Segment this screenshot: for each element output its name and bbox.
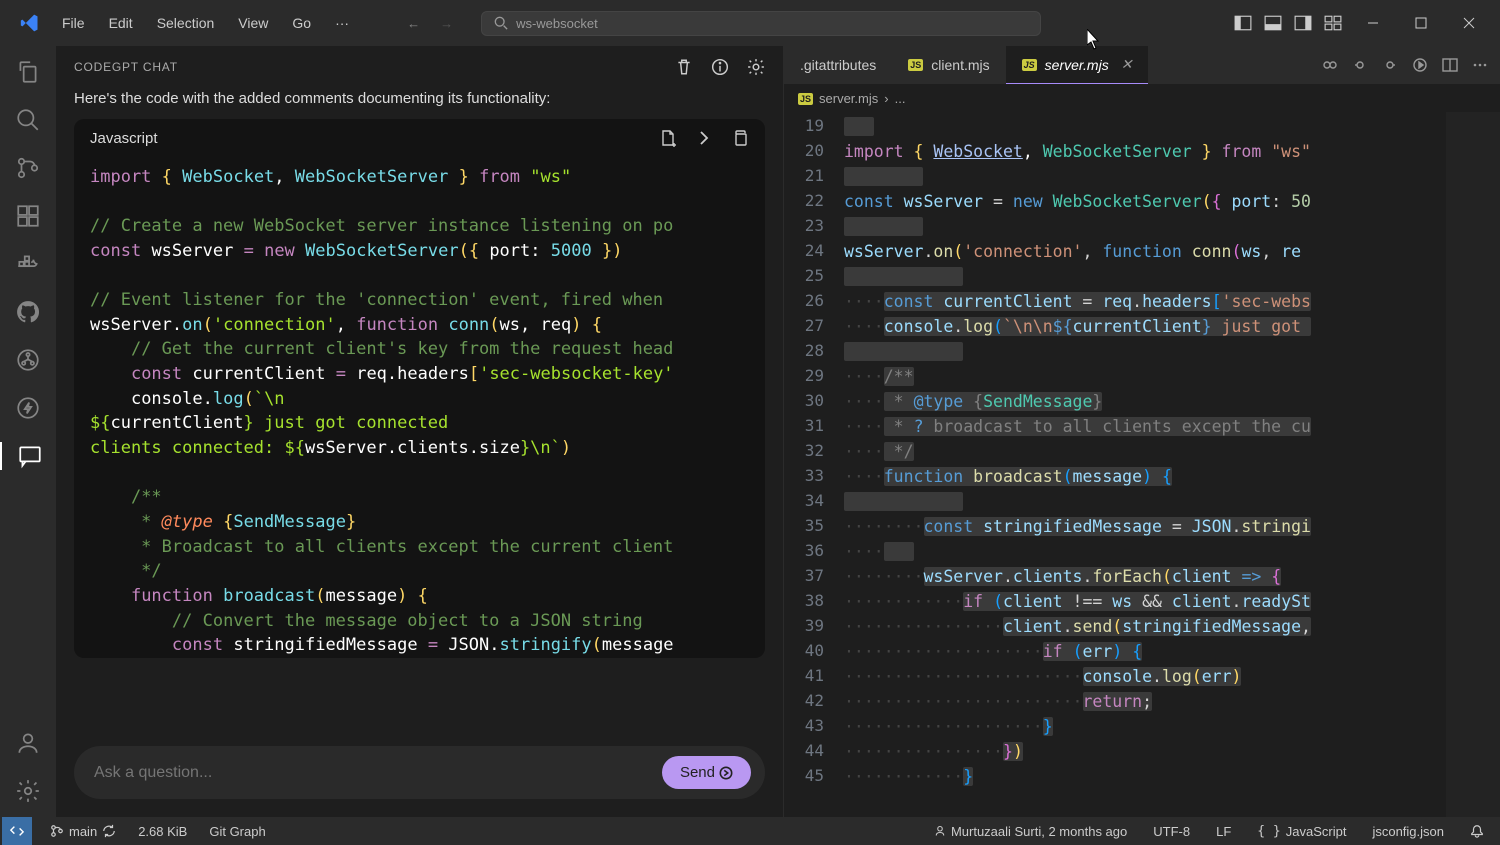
layout-sidebar-left-icon[interactable]	[1234, 14, 1252, 32]
chat-input[interactable]: Send	[74, 746, 765, 799]
breadcrumb-file: server.mjs	[819, 91, 878, 106]
layout-panel-icon[interactable]	[1264, 14, 1282, 32]
titlebar: File Edit Selection View Go ··· ← → ws-w…	[0, 0, 1500, 46]
settings-gear-icon[interactable]	[14, 777, 42, 805]
statusbar: main 2.68 KiB Git Graph Murtuzaali Surti…	[0, 817, 1500, 845]
docker-icon[interactable]	[14, 250, 42, 278]
branch-status[interactable]: main	[46, 824, 120, 839]
copy-icon[interactable]	[731, 129, 749, 147]
send-arrow-icon	[719, 766, 733, 780]
code-lang-label: Javascript	[90, 130, 158, 147]
js-icon: JS	[798, 93, 813, 105]
info-icon[interactable]	[711, 58, 729, 76]
size-status[interactable]: 2.68 KiB	[134, 824, 191, 839]
vscode-logo-icon	[20, 13, 40, 33]
github-icon[interactable]	[14, 298, 42, 326]
blame-status[interactable]: Murtuzaali Surti, 2 months ago	[930, 824, 1131, 839]
chat-icon[interactable]	[0, 442, 56, 470]
more-icon[interactable]	[1472, 57, 1488, 73]
insert-icon[interactable]	[695, 129, 713, 147]
thunder-icon[interactable]	[14, 394, 42, 422]
maximize-button[interactable]	[1398, 0, 1444, 46]
account-icon[interactable]	[14, 729, 42, 757]
breadcrumb-sep: ›	[884, 91, 888, 106]
search-activity-icon[interactable]	[14, 106, 42, 134]
js-icon: JS	[908, 59, 923, 71]
menu-selection[interactable]: Selection	[147, 9, 225, 37]
close-tab-icon[interactable]: ✕	[1121, 56, 1133, 73]
language-status[interactable]: { }JavaScript	[1253, 824, 1350, 839]
tab-client[interactable]: JSclient.mjs	[892, 47, 1005, 83]
nav-back[interactable]: ←	[399, 12, 428, 35]
explorer-icon[interactable]	[14, 58, 42, 86]
minimap[interactable]	[1446, 112, 1500, 817]
config-status[interactable]: jsconfig.json	[1368, 824, 1448, 839]
split-editor-icon[interactable]	[1442, 57, 1458, 73]
next-change-icon[interactable]	[1382, 57, 1398, 73]
breadcrumb[interactable]: JS server.mjs › ...	[784, 85, 1500, 112]
encoding-status[interactable]: UTF-8	[1149, 824, 1194, 839]
menu-bar: File Edit Selection View Go ···	[52, 9, 359, 37]
minimize-button[interactable]	[1350, 0, 1396, 46]
tab-gitattributes[interactable]: .gitattributes	[784, 47, 892, 83]
search-text: ws-websocket	[516, 16, 598, 31]
layout-custom-icon[interactable]	[1324, 14, 1342, 32]
menu-file[interactable]: File	[52, 9, 95, 37]
compare-icon[interactable]	[1322, 57, 1338, 73]
trash-icon[interactable]	[675, 58, 693, 76]
chat-panel: CODEGPT CHAT Here's the code with the ad…	[56, 46, 784, 817]
layout-controls	[1234, 14, 1342, 32]
extensions-icon[interactable]	[14, 202, 42, 230]
bell-icon[interactable]	[1466, 824, 1488, 838]
close-button[interactable]	[1446, 0, 1492, 46]
activity-bar	[0, 46, 56, 817]
gear-icon[interactable]	[747, 58, 765, 76]
menu-edit[interactable]: Edit	[99, 9, 143, 37]
editor-code[interactable]: import { WebSocket, WebSocketServer } fr…	[844, 112, 1446, 817]
command-center[interactable]: ws-websocket	[481, 11, 1041, 36]
code-card: Javascript import { WebSocket, WebSocket…	[74, 119, 765, 658]
nav-arrows: ← →	[399, 12, 461, 35]
layout-sidebar-right-icon[interactable]	[1294, 14, 1312, 32]
gitgraph-status[interactable]: Git Graph	[205, 824, 269, 839]
prev-change-icon[interactable]	[1352, 57, 1368, 73]
search-icon	[494, 16, 508, 30]
editor-tabs: .gitattributes JSclient.mjs JSserver.mjs…	[784, 46, 1500, 85]
run-icon[interactable]	[1412, 57, 1428, 73]
send-button[interactable]: Send	[662, 756, 751, 789]
menu-go[interactable]: Go	[282, 9, 321, 37]
eol-status[interactable]: LF	[1212, 824, 1235, 839]
menu-view[interactable]: View	[228, 9, 278, 37]
remote-button[interactable]	[2, 817, 32, 845]
menu-more[interactable]: ···	[325, 9, 359, 37]
nav-forward[interactable]: →	[432, 12, 461, 35]
tab-server[interactable]: JSserver.mjs✕	[1006, 46, 1149, 84]
gitgraph-icon[interactable]	[14, 346, 42, 374]
line-gutter: 1920212223242526272829303132333435363738…	[784, 112, 844, 817]
source-control-icon[interactable]	[14, 154, 42, 182]
breadcrumb-rest: ...	[895, 91, 906, 106]
editor-area: .gitattributes JSclient.mjs JSserver.mjs…	[784, 46, 1500, 817]
window-controls	[1350, 0, 1492, 46]
chat-intro-text: Here's the code with the added comments …	[74, 90, 765, 107]
chat-title: CODEGPT CHAT	[74, 60, 178, 74]
sync-icon[interactable]	[102, 824, 116, 838]
new-file-icon[interactable]	[659, 129, 677, 147]
js-icon: JS	[1022, 59, 1037, 71]
chat-input-field[interactable]	[94, 764, 662, 782]
chat-code-block: import { WebSocket, WebSocketServer } fr…	[74, 157, 765, 658]
